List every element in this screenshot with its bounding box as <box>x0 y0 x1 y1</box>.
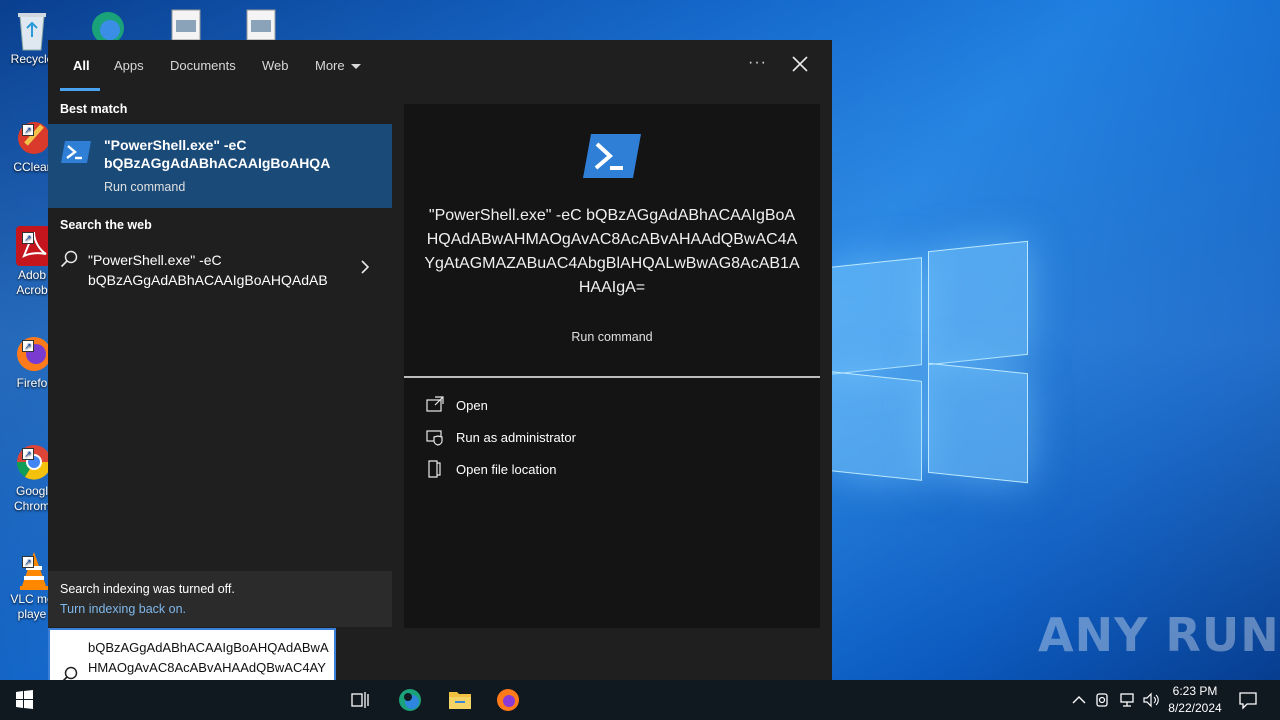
tab-web[interactable]: Web <box>262 58 289 73</box>
close-icon <box>792 56 808 72</box>
caret-down-icon <box>350 64 361 70</box>
chevron-up-icon <box>1072 696 1086 704</box>
open-icon <box>426 396 444 414</box>
recycle-bin-icon <box>12 8 52 51</box>
preview-subtitle: Run command <box>571 330 653 344</box>
anyrun-watermark: ANY RUN <box>1038 608 1280 662</box>
best-match-result[interactable]: "PowerShell.exe" -eC bQBzAGgAdABhACAAIgB… <box>48 124 392 208</box>
shortcut-arrow-icon: ↗ <box>22 124 34 136</box>
web-search-text: "PowerShell.exe" -eC bQBzAGgAdABhACAAIgB… <box>88 252 328 288</box>
tab-apps[interactable]: Apps <box>114 58 144 73</box>
clock-date: 8/22/2024 <box>1168 701 1222 715</box>
chrome-icon: ↗ <box>12 440 52 480</box>
task-view-icon <box>351 692 369 708</box>
best-match-subtitle: Run command <box>104 180 186 194</box>
start-button[interactable] <box>2 680 46 720</box>
device-icon <box>1096 693 1108 707</box>
edge-desktop-icon[interactable] <box>88 6 128 44</box>
more-options-button[interactable]: ··· <box>748 54 767 72</box>
tab-more[interactable]: More <box>315 58 361 73</box>
open-label: Open <box>456 398 488 413</box>
task-view-button[interactable] <box>338 680 382 720</box>
result-preview-pane: "PowerShell.exe" -eC bQBzAGgAdABhACAAIgB… <box>404 104 820 628</box>
windows-wallpaper-logo <box>830 240 1030 484</box>
preview-divider <box>404 376 820 378</box>
run-as-administrator-label: Run as administrator <box>456 430 576 445</box>
close-button[interactable] <box>790 54 810 74</box>
active-tab-indicator <box>60 88 100 91</box>
clock-time: 6:23 PM <box>1172 684 1218 698</box>
indexing-message: Search indexing was turned off. <box>60 582 235 596</box>
firefox-taskbar-button[interactable] <box>486 680 530 720</box>
notification-icon <box>1239 692 1257 710</box>
web-search-result[interactable]: "PowerShell.exe" -eC bQBzAGgAdABhACAAIgB… <box>48 246 392 296</box>
edge-taskbar-button[interactable] <box>388 680 432 720</box>
vlc-icon: ↗ <box>12 548 52 590</box>
speaker-icon <box>1143 692 1159 708</box>
windows-icon <box>16 690 33 709</box>
edge-icon <box>399 689 421 711</box>
powershell-icon <box>60 139 92 165</box>
indexing-notice: Search indexing was turned off. Turn ind… <box>48 571 392 627</box>
action-center-button[interactable] <box>1236 688 1260 712</box>
preview-title: "PowerShell.exe" -eC bQBzAGgAdABhACAAIgB… <box>424 207 800 296</box>
taskbar-clock[interactable]: 6:23 PM 8/22/2024 <box>1160 683 1230 717</box>
search-icon <box>60 250 78 268</box>
tab-more-label: More <box>315 58 345 73</box>
ccleaner-icon: ↗ <box>12 116 52 156</box>
show-hidden-icons-button[interactable] <box>1070 691 1088 709</box>
search-tabs: All Apps Documents Web More ··· <box>48 40 832 92</box>
volume-button[interactable] <box>1142 691 1160 709</box>
shortcut-arrow-icon: ↗ <box>22 232 34 244</box>
network-icon <box>1120 693 1134 707</box>
open-file-location-label: Open file location <box>456 462 557 477</box>
powershell-icon <box>582 132 642 180</box>
file-location-icon <box>426 460 444 478</box>
shortcut-arrow-icon: ↗ <box>22 340 34 352</box>
file-desktop-icon[interactable] <box>245 6 285 41</box>
results-column: Best match "PowerShell.exe" -eC bQBzAGgA… <box>48 92 392 680</box>
best-match-heading: Best match <box>60 102 128 116</box>
firefox-icon: ↗ <box>12 332 52 372</box>
file-explorer-taskbar-button[interactable] <box>438 680 482 720</box>
file-desktop-icon[interactable] <box>170 6 210 41</box>
start-search-panel: All Apps Documents Web More ··· Best mat… <box>48 40 832 680</box>
best-match-title: "PowerShell.exe" -eC bQBzAGgAdABhACAAIgB… <box>104 137 331 171</box>
network-button[interactable] <box>1118 691 1136 709</box>
turn-indexing-on-link[interactable]: Turn indexing back on. <box>60 602 186 616</box>
shield-icon <box>426 428 444 446</box>
meet-now-button[interactable] <box>1094 691 1112 709</box>
tab-documents[interactable]: Documents <box>170 58 236 73</box>
shortcut-arrow-icon: ↗ <box>22 556 34 568</box>
taskbar: 6:23 PM 8/22/2024 <box>0 680 1280 720</box>
chevron-right-icon[interactable] <box>360 260 370 274</box>
acrobat-icon: ↗ <box>12 224 52 266</box>
shortcut-arrow-icon: ↗ <box>22 448 34 460</box>
tab-all[interactable]: All <box>73 58 90 73</box>
firefox-icon <box>497 689 519 711</box>
folder-icon <box>449 692 471 709</box>
search-web-heading: Search the web <box>60 218 152 232</box>
